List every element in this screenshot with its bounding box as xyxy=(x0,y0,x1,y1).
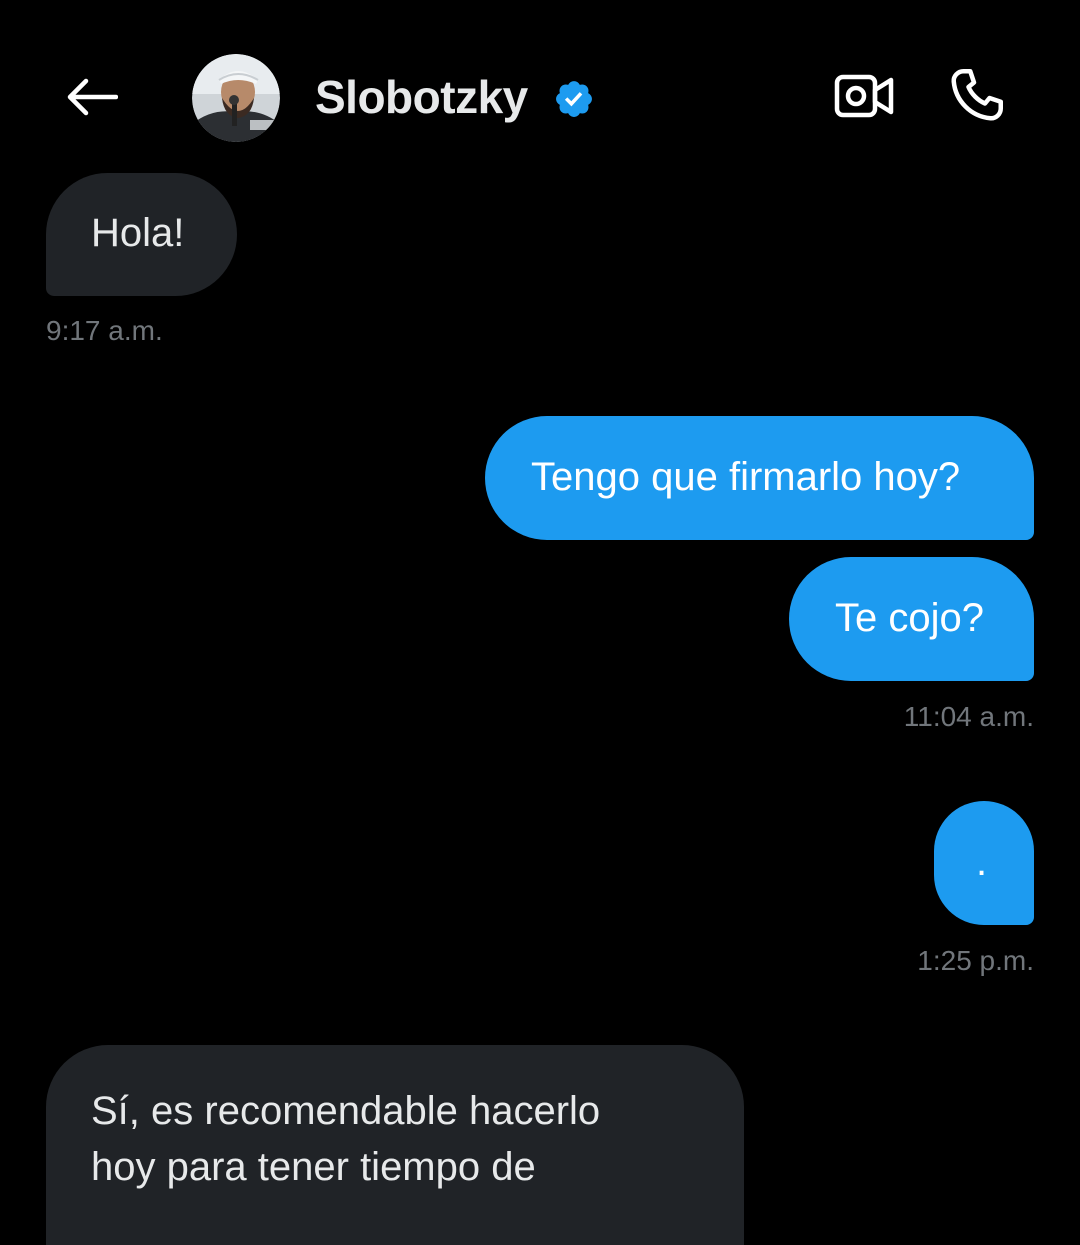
back-button[interactable] xyxy=(60,68,122,126)
message-timestamp: 9:17 a.m. xyxy=(46,315,163,346)
message-text-line: hoy para tener tiempo de xyxy=(91,1145,536,1189)
phone-icon xyxy=(951,69,1003,121)
message-timestamp: 1:25 p.m. xyxy=(917,945,1034,976)
verified-badge-icon xyxy=(556,81,592,117)
message-text: Tengo que firmarlo hoy? xyxy=(531,455,961,499)
back-arrow-icon xyxy=(67,78,118,116)
phone-call-button[interactable] xyxy=(944,62,1010,128)
incoming-message-bubble[interactable]: Sí, es recomendable hacerlo hoy para ten… xyxy=(46,1045,744,1245)
video-call-button[interactable] xyxy=(832,68,896,124)
message-text-line: Sí, es recomendable hacerlo xyxy=(91,1089,601,1133)
message-timestamp: 11:04 a.m. xyxy=(903,701,1034,732)
message-text: Hola! xyxy=(91,211,185,255)
avatar[interactable] xyxy=(192,54,280,142)
message-text: Te cojo? xyxy=(835,596,984,640)
contact-name[interactable]: Slobotzky xyxy=(315,70,528,124)
outgoing-message-bubble[interactable]: . xyxy=(934,801,1034,925)
message-text: . xyxy=(976,840,988,884)
outgoing-message-bubble[interactable]: Tengo que firmarlo hoy? xyxy=(485,416,1034,540)
conversation-header: Slobotzky xyxy=(0,0,1080,195)
incoming-message-bubble[interactable]: Hola! xyxy=(46,173,237,296)
outgoing-message-bubble[interactable]: Te cojo? xyxy=(789,557,1034,681)
video-call-icon xyxy=(834,74,894,118)
